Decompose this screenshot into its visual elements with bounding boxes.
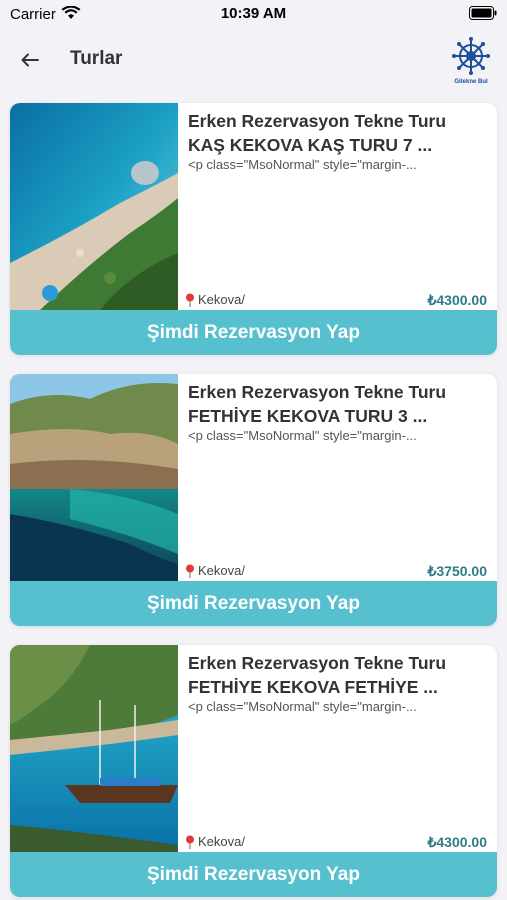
tour-title-line2: FETHİYE KEKOVA FETHİYE ... xyxy=(188,677,438,697)
logo-text: Gitekne Bul xyxy=(454,79,488,85)
page-title: Turlar xyxy=(70,48,123,69)
battery-icon xyxy=(469,6,497,20)
tour-location: Kekova/ xyxy=(184,563,245,578)
app-logo[interactable]: Gitekne Bul xyxy=(447,36,495,88)
tour-card[interactable]: Erken Rezervasyon Tekne Turu FETHİYE KEK… xyxy=(10,374,497,626)
tour-photo-beach xyxy=(10,103,178,310)
map-pin-icon xyxy=(186,835,194,849)
map-pin-icon xyxy=(186,293,194,307)
tour-card[interactable]: Erken Rezervasyon Tekne Turu KAŞ KEKOVA … xyxy=(10,103,497,355)
tour-title[interactable]: Erken Rezervasyon Tekne Turu FETHİYE KEK… xyxy=(188,380,492,428)
tour-title-line1: Erken Rezervasyon Tekne Turu xyxy=(188,111,447,131)
tour-description: <p class="MsoNormal" style="margin-... xyxy=(188,428,417,443)
tour-price: ₺4300.00 xyxy=(427,292,487,308)
arrow-left-icon xyxy=(21,53,39,67)
tour-title[interactable]: Erken Rezervasyon Tekne Turu FETHİYE KEK… xyxy=(188,651,492,699)
map-pin-icon xyxy=(186,564,194,578)
tour-location-text: Kekova/ xyxy=(198,563,245,578)
reserve-button[interactable]: Şimdi Rezervasyon Yap xyxy=(10,310,497,355)
tour-price: ₺4300.00 xyxy=(427,834,487,850)
tour-location-text: Kekova/ xyxy=(198,292,245,307)
tour-description: <p class="MsoNormal" style="margin-... xyxy=(188,157,417,172)
tour-description: <p class="MsoNormal" style="margin-... xyxy=(188,699,417,714)
tour-price: ₺3750.00 xyxy=(427,563,487,579)
tour-photo-bay xyxy=(10,374,178,581)
tour-location-text: Kekova/ xyxy=(198,834,245,849)
status-time: 10:39 AM xyxy=(220,5,287,22)
screen: Carrier 10:39 AM Turlar Gitekne Bul Erke… xyxy=(0,0,507,900)
nav-bar: Turlar Gitekne Bul xyxy=(0,30,507,92)
tour-location: Kekova/ xyxy=(184,292,245,307)
tour-image[interactable] xyxy=(10,374,178,581)
tour-image[interactable] xyxy=(10,103,178,310)
tour-title[interactable]: Erken Rezervasyon Tekne Turu KAŞ KEKOVA … xyxy=(188,109,492,157)
tour-title-line1: Erken Rezervasyon Tekne Turu xyxy=(188,653,447,673)
tour-card[interactable]: Erken Rezervasyon Tekne Turu FETHİYE KEK… xyxy=(10,645,497,897)
ship-wheel-icon xyxy=(452,37,490,75)
tour-title-line2: FETHİYE KEKOVA TURU 3 ... xyxy=(188,406,428,426)
tour-title-line2: KAŞ KEKOVA KAŞ TURU 7 ... xyxy=(188,135,433,155)
tour-image[interactable] xyxy=(10,645,178,852)
reserve-button[interactable]: Şimdi Rezervasyon Yap xyxy=(10,852,497,897)
tour-title-line1: Erken Rezervasyon Tekne Turu xyxy=(188,382,447,402)
reserve-button[interactable]: Şimdi Rezervasyon Yap xyxy=(10,581,497,626)
tour-location: Kekova/ xyxy=(184,834,245,849)
status-bar: Carrier 10:39 AM xyxy=(0,0,507,30)
tour-photo-boat xyxy=(10,645,178,852)
back-button[interactable] xyxy=(14,46,46,74)
